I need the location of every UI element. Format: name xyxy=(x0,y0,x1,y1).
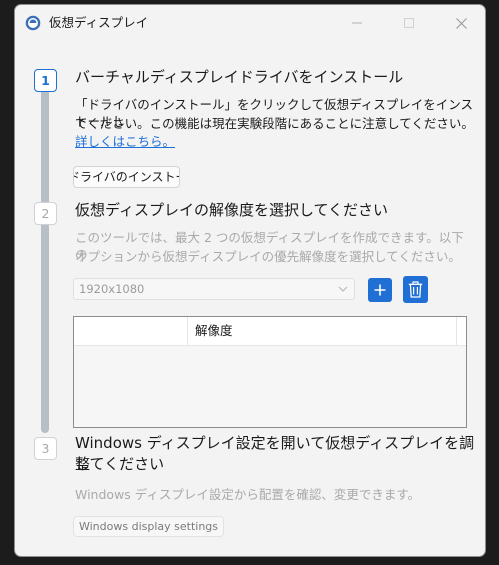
close-icon xyxy=(455,17,467,29)
resolution-value: 1920x1080 xyxy=(79,282,145,296)
close-button[interactable] xyxy=(441,5,481,41)
resolution-table-header: 解像度 xyxy=(74,317,466,346)
virtual-display-window: 仮想ディスプレイ 1 バーチャルディスプレイドライバをインストール 「ドライバの… xyxy=(14,4,486,557)
delete-resolution-button[interactable] xyxy=(403,276,428,303)
resolution-column-header[interactable]: 解像度 xyxy=(187,317,457,345)
step-2-heading: 仮想ディスプレイの解像度を選択してください xyxy=(75,201,389,219)
step-1-number: 1 xyxy=(34,69,57,92)
progress-rail xyxy=(41,81,49,433)
step-2-description-line2: オプションから仮想ディスプレイの優先解像度を選択してください。 xyxy=(75,249,461,264)
window-title: 仮想ディスプレイ xyxy=(49,15,149,30)
step-2-number: 2 xyxy=(34,202,57,225)
table-header-blank xyxy=(74,317,188,345)
minimize-icon xyxy=(352,22,362,24)
plus-icon xyxy=(374,284,386,296)
install-driver-button[interactable]: ドライバのインストール xyxy=(73,166,180,188)
trash-icon xyxy=(408,281,423,298)
title-bar: 仮想ディスプレイ xyxy=(15,5,485,41)
step-1-description-line2: てください。この機能は現在実験段階にあることに注意してください。 xyxy=(75,116,474,131)
install-driver-label: ドライバのインストール xyxy=(73,170,179,184)
step-3-heading-line2: してください xyxy=(75,455,165,473)
maximize-button[interactable] xyxy=(389,5,429,41)
add-resolution-button[interactable] xyxy=(368,278,392,302)
learn-more-link[interactable]: 詳しくはこちら。 xyxy=(75,133,175,150)
app-icon xyxy=(25,15,41,31)
chevron-down-icon xyxy=(338,286,348,292)
maximize-icon xyxy=(404,18,414,28)
resolution-dropdown[interactable]: 1920x1080 xyxy=(73,278,355,300)
resolution-table[interactable]: 解像度 xyxy=(73,316,467,428)
step-3-number: 3 xyxy=(34,437,57,460)
minimize-button[interactable] xyxy=(337,5,377,41)
step-3-description: Windows ディスプレイ設定から配置を確認、変更できます。 xyxy=(75,487,421,502)
windows-display-settings-button[interactable]: Windows display settings xyxy=(73,516,224,537)
step-1-heading: バーチャルディスプレイドライバをインストール xyxy=(75,68,404,86)
